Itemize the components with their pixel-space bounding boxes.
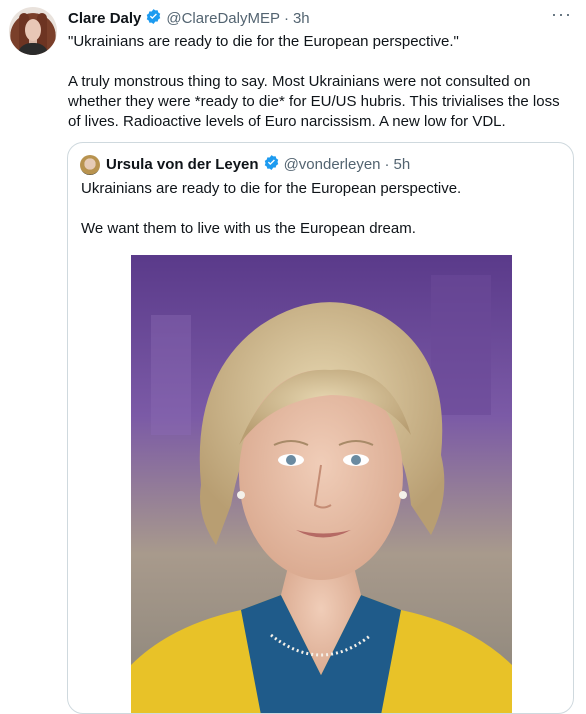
quoted-photo[interactable] xyxy=(131,255,512,714)
tweet-paragraph: "Ukrainians are ready to die for the Eur… xyxy=(68,33,459,50)
more-options-icon[interactable]: ··· xyxy=(551,4,572,25)
author-name[interactable]: Clare Daly xyxy=(68,10,141,27)
tweet-time[interactable]: 3h xyxy=(293,10,310,27)
avatar-face xyxy=(25,19,41,41)
tweet-text: "Ukrainians are ready to die for the Eur… xyxy=(68,32,568,132)
separator-dot: · xyxy=(283,10,289,27)
author-handle[interactable]: @ClareDalyMEP xyxy=(166,10,280,27)
quoted-header: Ursula von der Leyen @vonderleyen · 5h xyxy=(80,154,410,175)
tweet-header: Clare Daly @ClareDalyMEP · 3h xyxy=(68,8,310,29)
separator-dot: · xyxy=(384,156,390,173)
quoted-author-name[interactable]: Ursula von der Leyen xyxy=(106,156,259,173)
avatar[interactable] xyxy=(9,7,57,55)
verified-badge-icon xyxy=(263,154,280,175)
quoted-tweet[interactable]: Ursula von der Leyen @vonderleyen · 5h U… xyxy=(67,142,574,714)
tweet-paragraph: A truly monstrous thing to say. Most Ukr… xyxy=(68,73,560,130)
verified-badge-icon xyxy=(145,8,162,29)
quoted-time[interactable]: 5h xyxy=(394,156,411,173)
quoted-paragraph: We want them to live with us the Europea… xyxy=(81,220,416,237)
quoted-handle[interactable]: @vonderleyen xyxy=(284,156,381,173)
quoted-paragraph: Ukrainians are ready to die for the Euro… xyxy=(81,180,462,197)
quoted-avatar[interactable] xyxy=(80,154,100,175)
quoted-text: Ukrainians are ready to die for the Euro… xyxy=(81,179,561,239)
